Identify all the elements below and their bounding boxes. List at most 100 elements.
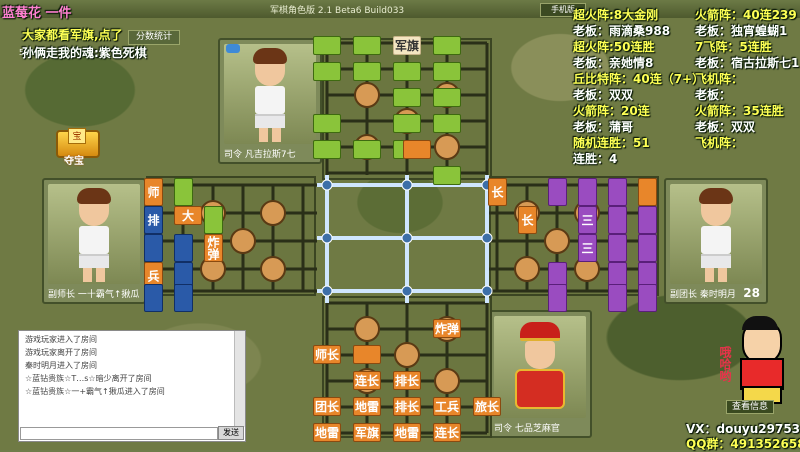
piece-bottom[interactable]: 团长 — [313, 397, 341, 416]
piece-bottom[interactable]: 连长 — [353, 371, 381, 390]
piece-top[interactable] — [353, 62, 381, 81]
overlay-right-line: 飞机阵： — [695, 136, 744, 150]
chat-send-button[interactable]: 发送 — [218, 426, 244, 440]
avatar — [670, 184, 762, 284]
treasure-chest-icon[interactable]: 宝 夺宝 — [52, 126, 100, 167]
player-panel-right: 副团长 秦时明月 28 — [664, 178, 768, 304]
overlay-right-line: 老板：宿古拉斯七1 — [695, 56, 800, 70]
overlay-right-line: 老板：双双 — [573, 88, 634, 102]
camp-circle — [514, 256, 540, 282]
camp-circle — [394, 342, 420, 368]
camp-circle — [260, 256, 286, 282]
player-rank: 副团长 — [670, 290, 698, 300]
piece-left-back[interactable] — [144, 234, 163, 262]
chat-input[interactable] — [20, 427, 218, 440]
piece-top[interactable] — [393, 114, 421, 133]
player-panel-left: 副师长 一十霸气↑揪瓜 — [42, 178, 146, 304]
station-dot — [321, 232, 333, 244]
overlay-line-1: 大家都看军旗,点了 — [22, 28, 123, 42]
chat-panel: 游戏玩家进入了房间 游戏玩家离开了房间 秦时明月进入了房间 ☆蓝钻贵族☆T…s☆暗少离… — [18, 330, 246, 442]
piece-right-back[interactable] — [638, 234, 657, 262]
overlay-right-line: 超火阵:50连胜 — [573, 40, 655, 54]
piece-right-back[interactable] — [608, 234, 627, 262]
piece-right-back[interactable] — [638, 206, 657, 234]
camp-circle — [434, 368, 460, 394]
piece-top-marker[interactable] — [403, 140, 431, 159]
player-name: 副团长 秦时明月 — [670, 287, 736, 300]
window-title: 军棋角色版 2.1 Beta6 Build033 — [270, 6, 405, 16]
piece-right[interactable]: 长 — [518, 206, 537, 234]
piece-bottom[interactable]: 师长 — [313, 345, 341, 364]
piece-top[interactable] — [313, 62, 341, 81]
top-flag-piece[interactable]: 军旗 — [393, 36, 421, 55]
top-banner: 蓝莓花 一件 — [2, 6, 72, 21]
camp-circle — [260, 200, 286, 226]
chat-message: 游戏玩家离开了房间 — [25, 348, 97, 357]
piece-right-back[interactable] — [548, 178, 567, 206]
overlay-right-line: 7飞阵：5连胜 — [695, 40, 772, 54]
piece-top[interactable] — [313, 140, 341, 159]
piece-bottom[interactable]: 排长 — [393, 397, 421, 416]
piece-bottom[interactable]: 炸弹 — [433, 319, 461, 338]
treasure-label: 夺宝 — [64, 156, 84, 167]
piece-right-back[interactable] — [608, 206, 627, 234]
piece-top[interactable] — [433, 114, 461, 133]
overlay-right-line: 老板：雨滴桑988 — [573, 24, 671, 38]
piece-top[interactable] — [433, 36, 461, 55]
piece-left[interactable]: 炸弹 — [204, 234, 223, 262]
camp-circle — [544, 228, 570, 254]
piece-top[interactable] — [313, 114, 341, 133]
piece-right-back[interactable] — [608, 284, 627, 312]
piece-bottom[interactable]: 连长 — [433, 423, 461, 442]
piece-top[interactable] — [433, 62, 461, 81]
piece-left[interactable]: 大 — [174, 206, 202, 225]
piece-bottom[interactable]: 旅长 — [473, 397, 501, 416]
piece-left-green[interactable] — [204, 206, 223, 234]
camp-circle — [434, 134, 460, 160]
station-dot — [481, 285, 493, 297]
piece-top[interactable] — [313, 36, 341, 55]
piece-right[interactable]: 长 — [488, 178, 507, 206]
chat-message: 游戏玩家进入了房间 — [25, 335, 97, 344]
overlay-right: 超火阵:8大金刚 老板：雨滴桑988 超火阵:50连胜 老板：亲她情8 丘比特阵：40连… — [573, 6, 800, 166]
overlay-line-2: 孙俩走我的魂:紫色死棋 — [22, 46, 147, 60]
chat-scrollbar[interactable] — [234, 331, 245, 427]
piece-top[interactable] — [353, 140, 381, 159]
view-info-button[interactable]: 查看信息 — [726, 400, 774, 414]
piece-left[interactable]: 排 — [144, 206, 163, 234]
piece-bottom[interactable]: 工兵 — [433, 397, 461, 416]
piece-right[interactable]: 三 — [578, 206, 597, 234]
piece-bottom[interactable]: 排长 — [393, 371, 421, 390]
piece-right-back[interactable] — [638, 284, 657, 312]
piece-left-back[interactable] — [174, 234, 193, 262]
player-name: 副师长 一十霸气↑揪瓜 — [48, 287, 139, 300]
piece-right-back[interactable] — [578, 178, 597, 206]
overlay-right-line: 随机连胜：51 — [573, 136, 650, 150]
piece-top[interactable] — [353, 36, 381, 55]
piece-right[interactable]: 三 — [578, 234, 597, 262]
sticker-text: 哦哈哟 — [718, 346, 732, 382]
piece-bottom-arrow[interactable] — [353, 345, 381, 364]
station-dot — [401, 179, 413, 191]
piece-top[interactable] — [433, 88, 461, 107]
overlay-right-line: 火箭阵：40连239 — [695, 8, 797, 22]
overlay-right-line: 老板：蒲哥 — [573, 120, 634, 134]
piece-bottom[interactable]: 地雷 — [313, 423, 341, 442]
piece-bottom[interactable]: 地雷 — [353, 397, 381, 416]
station-dot — [321, 285, 333, 297]
piece-right-orange[interactable] — [638, 178, 657, 206]
piece-top[interactable] — [433, 166, 461, 185]
piece-left-back[interactable] — [174, 284, 193, 312]
piece-right-back[interactable] — [548, 284, 567, 312]
piece-left-back[interactable] — [144, 284, 163, 312]
piece-top[interactable] — [393, 62, 421, 81]
overlay-right-line: 丘比特阵：40连（7+） — [573, 72, 705, 86]
overlay-right-line: 火箭阵：20连 — [573, 104, 650, 118]
piece-top[interactable] — [393, 88, 421, 107]
piece-bottom[interactable]: 军旗 — [353, 423, 381, 442]
piece-left[interactable]: 师 — [144, 178, 163, 206]
piece-left-green[interactable] — [174, 178, 193, 206]
piece-right-back[interactable] — [608, 178, 627, 206]
camp-circle — [230, 228, 256, 254]
piece-bottom[interactable]: 地雷 — [393, 423, 421, 442]
